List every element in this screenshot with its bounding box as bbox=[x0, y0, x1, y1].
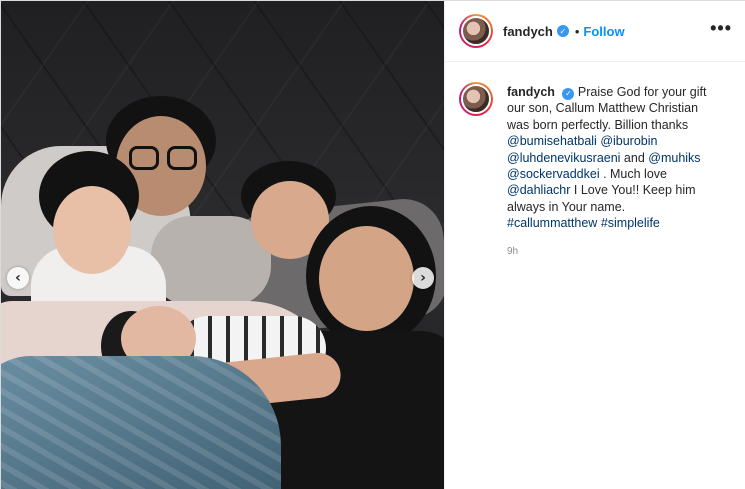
chevron-left-icon[interactable]: ‹ bbox=[7, 267, 29, 289]
mention-link[interactable]: @muhiks bbox=[648, 151, 700, 165]
mention-link[interactable]: @luhdenevikusraeni bbox=[507, 151, 620, 165]
post-photo[interactable]: ‹ › bbox=[1, 1, 444, 489]
mention-link[interactable]: @sockervaddkei bbox=[507, 167, 600, 181]
mention-link[interactable]: @dahliachr bbox=[507, 183, 570, 197]
avatar[interactable] bbox=[459, 14, 493, 48]
verified-badge-icon: ✓ bbox=[556, 25, 569, 37]
instagram-post: ‹ › fandych ✓ • Follow ••• fandych ✓ Pra… bbox=[0, 0, 745, 489]
post-header: fandych ✓ • Follow ••• bbox=[445, 1, 745, 62]
hashtag-link[interactable]: #simplelife bbox=[601, 216, 660, 230]
caption-comment: fandych ✓ Praise God for your gift our s… bbox=[445, 62, 745, 232]
more-options-icon[interactable]: ••• bbox=[710, 19, 732, 43]
caption-text: fandych ✓ Praise God for your gift our s… bbox=[507, 84, 717, 232]
follow-button[interactable]: Follow bbox=[583, 24, 624, 39]
caption-avatar[interactable] bbox=[459, 82, 493, 116]
post-sidebar: fandych ✓ • Follow ••• fandych ✓ Praise … bbox=[444, 1, 745, 489]
header-username[interactable]: fandych bbox=[503, 24, 553, 39]
hashtag-link[interactable]: #callummatthew bbox=[507, 216, 597, 230]
caption-body: and bbox=[620, 150, 649, 165]
verified-badge-icon: ✓ bbox=[562, 88, 575, 101]
mention-link[interactable]: @iburobin bbox=[600, 134, 657, 148]
caption-body: . Much love bbox=[599, 167, 667, 182]
post-timestamp[interactable]: 9h bbox=[507, 246, 745, 257]
blue-blanket bbox=[1, 356, 281, 489]
chevron-right-icon[interactable]: › bbox=[412, 267, 434, 289]
mention-link[interactable]: @bumisehatbali bbox=[507, 134, 597, 148]
separator-dot: • bbox=[574, 23, 580, 39]
caption-username[interactable]: fandych bbox=[507, 85, 555, 99]
